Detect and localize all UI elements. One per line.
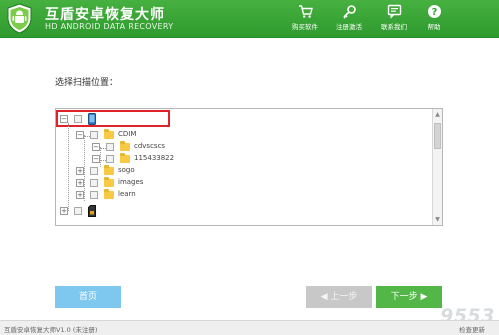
app-title: 互盾安卓恢复大师 (45, 7, 165, 23)
version-text: 互盾安卓恢复大师V1.0 (未注册) (4, 326, 98, 334)
buy-software-label: 购买软件 (292, 23, 318, 31)
node-checkbox[interactable] (106, 143, 114, 151)
buy-software-button[interactable]: 购买软件 (285, 3, 325, 35)
expand-expander[interactable]: + (76, 179, 84, 187)
scan-location-tree[interactable]: − − CDIM − cdvscscs − 115433822 + sogo + (55, 108, 443, 226)
folder-icon (104, 129, 114, 139)
node-label: 115433822 (134, 154, 175, 162)
scroll-down-icon[interactable]: ▼ (433, 215, 442, 224)
expand-expander[interactable]: + (60, 207, 68, 215)
key-icon (342, 5, 356, 19)
folder-icon (120, 153, 130, 163)
folder-icon (120, 141, 130, 151)
svg-text:?: ? (431, 7, 437, 18)
expand-expander[interactable]: + (76, 191, 84, 199)
scroll-up-icon[interactable]: ▲ (433, 110, 442, 119)
app-subtitle: HD ANDROID DATA RECOVERY (45, 22, 174, 31)
collapse-expander[interactable]: − (92, 143, 100, 151)
tree-connector (68, 123, 69, 211)
cart-icon (298, 5, 313, 18)
app-header: 互盾安卓恢复大师 HD ANDROID DATA RECOVERY 购买软件 注… (0, 0, 499, 38)
status-bar: 互盾安卓恢复大师V1.0 (未注册) 检查更新 (0, 320, 499, 335)
tree-connector (100, 147, 101, 167)
register-activate-button[interactable]: 注册激活 (329, 3, 369, 35)
node-label: CDIM (118, 130, 137, 138)
tree-scrollbar[interactable]: ▲ ▼ (432, 109, 442, 225)
node-checkbox[interactable] (74, 207, 82, 215)
check-update-link[interactable]: 检查更新 (459, 324, 485, 334)
help-button[interactable]: ? 帮助 (414, 3, 454, 35)
node-checkbox[interactable] (90, 131, 98, 139)
collapse-expander[interactable]: − (60, 115, 68, 123)
expand-expander[interactable]: + (76, 167, 84, 175)
collapse-expander[interactable]: − (76, 131, 84, 139)
node-checkbox[interactable] (74, 115, 82, 123)
help-label: 帮助 (427, 23, 441, 31)
previous-step-button[interactable]: ◀ 上一步 (306, 286, 372, 308)
scan-location-prompt: 选择扫描位置： (55, 78, 119, 88)
arrow-left-icon: ◀ (320, 292, 328, 302)
previous-step-label: 上一步 (330, 292, 358, 302)
node-checkbox[interactable] (90, 167, 98, 175)
next-step-button[interactable]: 下一步 ▶ (376, 286, 442, 308)
node-label: cdvscscs (134, 142, 166, 150)
contact-us-button[interactable]: 联系我们 (374, 3, 414, 35)
collapse-expander[interactable]: − (92, 155, 100, 163)
folder-icon (104, 165, 114, 175)
contact-us-label: 联系我们 (381, 23, 407, 31)
home-button[interactable]: 首页 (55, 286, 121, 308)
shield-logo-icon (7, 3, 32, 34)
help-icon: ? (427, 5, 441, 18)
tree-connector (84, 135, 85, 201)
arrow-right-icon: ▶ (420, 292, 428, 302)
sd-card-icon (88, 205, 96, 217)
next-step-label: 下一步 (390, 292, 418, 302)
phone-icon (88, 113, 96, 125)
scroll-thumb[interactable] (434, 123, 441, 149)
contact-icon (387, 4, 401, 19)
folder-icon (104, 177, 114, 187)
node-label: learn (118, 190, 136, 198)
node-label: images (118, 178, 144, 186)
node-label: sogo (118, 166, 135, 174)
node-checkbox[interactable] (90, 179, 98, 187)
node-checkbox[interactable] (106, 155, 114, 163)
folder-icon (104, 189, 114, 199)
node-checkbox[interactable] (90, 191, 98, 199)
register-activate-label: 注册激活 (336, 23, 362, 31)
